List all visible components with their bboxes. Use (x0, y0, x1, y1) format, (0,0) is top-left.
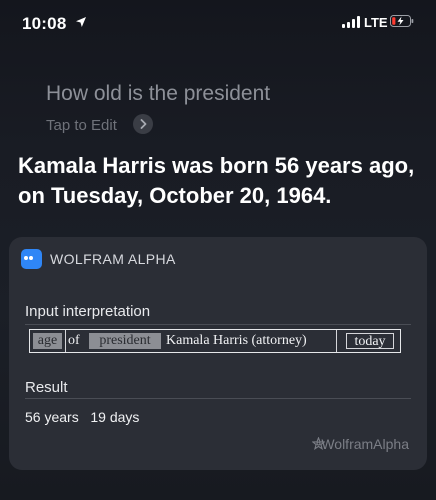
status-bar: 10:08 LTE (0, 0, 436, 44)
section-divider (25, 398, 411, 399)
cellular-signal-icon (342, 16, 360, 28)
siri-answer-text: Kamala Harris was born 56 years ago, on … (18, 153, 415, 208)
interp-token-age: age (33, 333, 62, 349)
location-arrow-icon (76, 17, 86, 27)
interp-token-president: president (89, 333, 161, 349)
interp-token-of: of (68, 333, 80, 348)
result-value: 56 years 19 days (25, 409, 140, 425)
interp-token-today: today (346, 333, 394, 349)
chevron-right-icon[interactable] (133, 114, 153, 134)
input-interpretation-label: Input interpretation (25, 303, 151, 320)
wolfram-alpha-app-icon (21, 249, 42, 269)
interp-token-name: Kamala Harris (attorney) (166, 333, 307, 348)
wolfram-alpha-footer-logo[interactable]: WolframAlpha (321, 436, 409, 452)
interp-separator (336, 330, 337, 352)
status-time: 10:08 (22, 14, 67, 33)
result-label: Result (25, 379, 68, 396)
section-divider (25, 324, 411, 325)
interp-separator (65, 330, 66, 352)
input-interpretation-box: age of president Kamala Harris (attorney… (29, 329, 401, 353)
wolfram-alpha-card[interactable]: WOLFRAM ALPHA Input interpretation age o… (9, 237, 427, 470)
tap-to-edit-link[interactable]: Tap to Edit (46, 117, 117, 134)
carrier-label: LTE (364, 15, 388, 30)
siri-query-text[interactable]: How old is the president (46, 82, 270, 106)
card-source-label: WOLFRAM ALPHA (50, 251, 176, 267)
battery-charging-icon (390, 15, 414, 27)
